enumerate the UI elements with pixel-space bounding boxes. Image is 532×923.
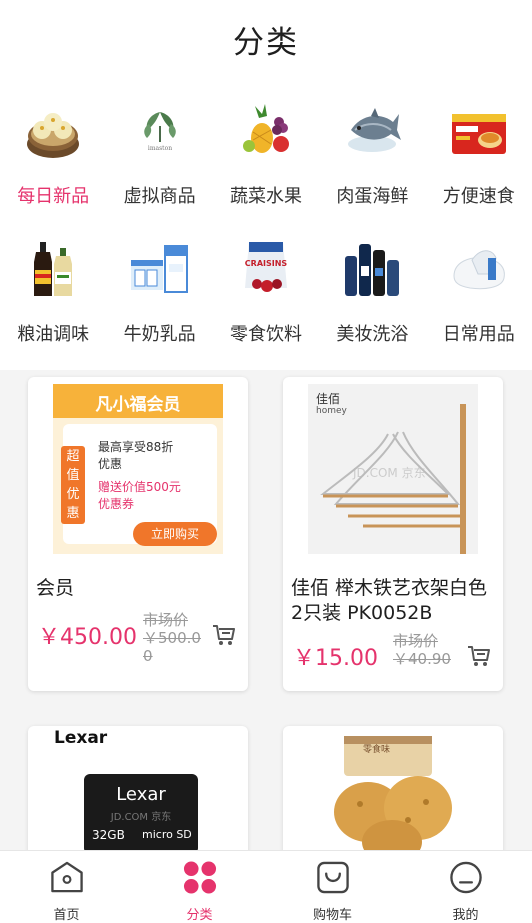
milk-cartons-icon xyxy=(127,236,193,302)
category-grid: 每日新品 imaston 虚拟商品 蔬菜水果 肉蛋海鲜 方便速食 粮油调味 牛奶… xyxy=(0,96,532,372)
card-capacity: 32GB xyxy=(92,828,125,842)
tab-label: 购物车 xyxy=(312,908,352,923)
brand-logo: Lexar xyxy=(54,728,108,748)
product-price: ￥15.00 xyxy=(293,646,378,671)
market-price: 市场价 ￥40.90 xyxy=(393,632,463,668)
card-brand: Lexar xyxy=(116,784,166,805)
category-daily-goods[interactable]: 日常用品 xyxy=(426,234,532,372)
category-fruit-vegetable[interactable]: 蔬菜水果 xyxy=(213,96,319,234)
product-price: ￥450.00 xyxy=(38,625,137,650)
product-card[interactable]: Lexar Lexar JD.COM 京东 32GB micro SD xyxy=(28,726,248,850)
cosmetics-icon xyxy=(339,236,405,302)
price-row: ￥15.00 市场价 ￥40.90 xyxy=(291,632,495,684)
steamed-buns-icon xyxy=(20,98,86,164)
seafood-icon xyxy=(339,98,405,164)
jar-label: 零食味 xyxy=(363,745,391,755)
pillow-icon xyxy=(446,236,512,302)
bottom-tab-bar: 首页 分类 购物车 我的 xyxy=(0,850,532,923)
product-image: 凡小福会员 超值优惠 最高享受88折 优惠 赠送价值500元 优惠券 立即购买 xyxy=(53,384,223,554)
product-name: 会员 xyxy=(36,577,75,599)
tab-label: 分类 xyxy=(186,908,213,923)
add-to-cart-icon[interactable] xyxy=(465,644,491,668)
banner-buy-button: 立即购买 xyxy=(133,522,217,546)
category-label: 美妆洗浴 xyxy=(336,324,409,345)
snack-bag-icon: CRAISINS xyxy=(233,236,299,302)
svg-text:imaston: imaston xyxy=(148,145,172,152)
banner-line3: 赠送价值500元 xyxy=(98,480,181,494)
product-image: 零食味 xyxy=(308,732,478,850)
tab-profile[interactable]: 我的 xyxy=(399,851,532,923)
sauce-bottles-icon xyxy=(20,236,86,302)
category-grain-oil[interactable]: 粮油调味 xyxy=(0,234,106,372)
category-beauty[interactable]: 美妆洗浴 xyxy=(319,234,425,372)
banner-title: 凡小福会员 xyxy=(95,395,181,415)
tab-category[interactable]: 分类 xyxy=(133,851,266,923)
fruit-vegetable-icon xyxy=(233,98,299,164)
product-card[interactable]: 零食味 xyxy=(283,726,503,850)
category-snacks[interactable]: CRAISINS 零食饮料 xyxy=(213,234,319,372)
category-virtual-goods[interactable]: imaston 虚拟商品 xyxy=(106,96,212,234)
banner-line1: 最高享受88折 xyxy=(98,440,174,454)
product-card[interactable]: 佳佰 homey JD.COM 京东 佳佰 榉木铁艺衣架白色 2只装 PK005… xyxy=(283,377,503,691)
product-list[interactable]: 凡小福会员 超值优惠 最高享受88折 优惠 赠送价值500元 优惠券 立即购买 … xyxy=(0,370,532,850)
category-label: 虚拟商品 xyxy=(123,186,196,207)
category-row-1: 每日新品 imaston 虚拟商品 蔬菜水果 肉蛋海鲜 方便速食 xyxy=(0,96,532,234)
hanger-illustration xyxy=(320,404,466,554)
profile-icon xyxy=(449,861,482,894)
category-label: 日常用品 xyxy=(442,324,515,345)
home-icon xyxy=(50,861,83,893)
product-image: 佳佰 homey JD.COM 京东 xyxy=(308,384,478,554)
virtual-goods-icon: imaston xyxy=(127,98,193,164)
category-label: 肉蛋海鲜 xyxy=(336,186,409,207)
sd-card-image: Lexar JD.COM 京东 32GB micro SD xyxy=(84,774,198,850)
category-label: 牛奶乳品 xyxy=(123,324,196,345)
market-price: 市场价 ￥500.00 xyxy=(143,611,203,665)
page-title: 分类 xyxy=(233,25,299,61)
tab-cart[interactable]: 购物车 xyxy=(266,851,399,923)
market-price-value: ￥500.00 xyxy=(143,629,201,665)
category-label: 蔬菜水果 xyxy=(229,186,302,207)
watermark: JD.COM 京东 xyxy=(110,812,172,823)
product-name: 佳佰 榉木铁艺衣架白色 2只装 PK0052B xyxy=(291,577,488,624)
category-row-2: 粮油调味 牛奶乳品 CRAISINS 零食饮料 美妆洗浴 日常用品 xyxy=(0,234,532,372)
tab-home[interactable]: 首页 xyxy=(0,851,133,923)
cart-icon xyxy=(316,861,349,894)
category-label: 每日新品 xyxy=(17,186,90,207)
category-dairy[interactable]: 牛奶乳品 xyxy=(106,234,212,372)
category-icon xyxy=(183,861,216,894)
market-price-label: 市场价 xyxy=(393,632,439,650)
instant-noodles-icon xyxy=(446,98,512,164)
category-instant-food[interactable]: 方便速食 xyxy=(426,96,532,234)
product-card[interactable]: 凡小福会员 超值优惠 最高享受88折 优惠 赠送价值500元 优惠券 立即购买 … xyxy=(28,377,248,691)
market-price-label: 市场价 xyxy=(143,611,189,629)
category-label: 粮油调味 xyxy=(17,324,90,345)
category-label: 零食饮料 xyxy=(229,324,302,345)
category-daily-new[interactable]: 每日新品 xyxy=(0,96,106,234)
tab-label: 首页 xyxy=(53,908,80,923)
category-label: 方便速食 xyxy=(442,186,515,207)
market-price-value: ￥40.90 xyxy=(393,650,451,668)
tab-label: 我的 xyxy=(452,908,479,923)
price-row: ￥450.00 市场价 ￥500.00 xyxy=(36,611,240,665)
banner-line2: 优惠 xyxy=(98,457,123,471)
add-to-cart-icon[interactable] xyxy=(210,623,236,647)
category-seafood[interactable]: 肉蛋海鲜 xyxy=(319,96,425,234)
banner-side-tag: 超值优惠 xyxy=(61,446,85,524)
svg-text:CRAISINS: CRAISINS xyxy=(245,259,288,268)
banner-line4: 优惠券 xyxy=(98,497,135,511)
card-type: micro SD xyxy=(142,828,192,841)
